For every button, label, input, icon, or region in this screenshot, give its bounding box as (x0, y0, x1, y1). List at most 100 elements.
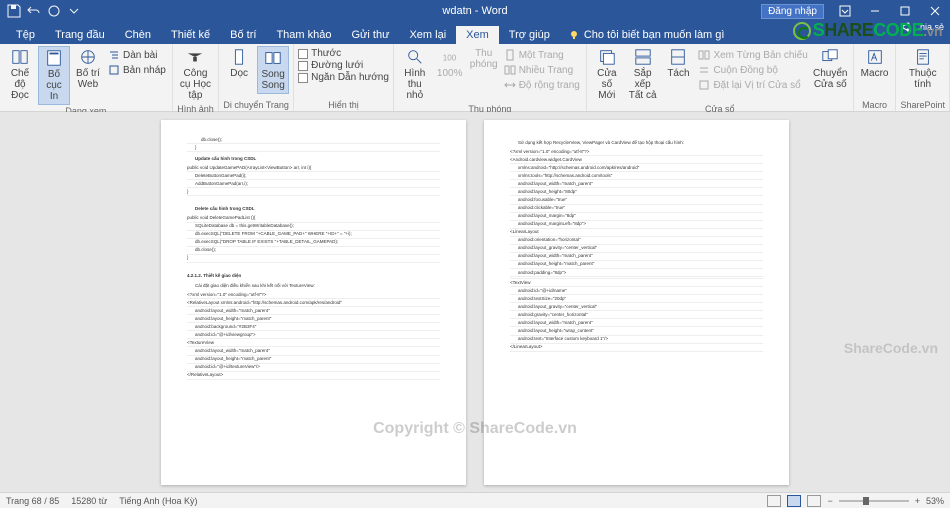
redo-icon[interactable] (46, 3, 62, 19)
new-window-button[interactable]: Cửa số Mới (591, 46, 623, 103)
split-button[interactable]: Tách (662, 46, 694, 81)
readmode-view-icon[interactable] (767, 495, 781, 507)
group-zoom: Hình thu nhỏ 100100% Thu phóng Một Trang… (394, 44, 587, 111)
page-left: db.close(); } Update cấu hình trong CSDL… (161, 120, 466, 485)
macros-icon (866, 48, 884, 66)
group-immersive: Công cụ Học tập Hình ảnh chân thực (173, 44, 219, 111)
status-bar: Trang 68 / 85 15280 từ Tiếng Anh (Hoa Kỳ… (0, 492, 950, 508)
tab-help[interactable]: Trợ giúp (499, 26, 560, 44)
group-show-label: Hiển thị (298, 99, 389, 111)
learning-icon (186, 48, 204, 66)
qat-dropdown-icon[interactable] (66, 3, 82, 19)
group-macros: Macro Macro (854, 44, 897, 111)
checkbox-icon (298, 73, 308, 83)
zoom-thumb[interactable] (863, 497, 869, 505)
tab-mailings[interactable]: Gửi thư (341, 26, 399, 44)
tab-layout[interactable]: Bố trí (220, 26, 266, 44)
tab-view[interactable]: Xem (456, 26, 499, 44)
tell-me-text: Cho tôi biết bạn muốn làm gì (584, 29, 725, 41)
signin-button[interactable]: Đăng nhập (761, 4, 824, 19)
read-icon (11, 48, 29, 66)
zoom-percent[interactable]: 53% (926, 496, 944, 506)
draft-icon (108, 64, 120, 76)
save-icon[interactable] (6, 3, 22, 19)
properties-button[interactable]: Thuộc tính (900, 46, 945, 92)
side-icon (264, 49, 282, 67)
switch-window-button[interactable]: Chuyển Cửa số (812, 46, 849, 92)
macros-button[interactable]: Macro (858, 46, 892, 81)
navpane-checkbox[interactable]: Ngăn Dẫn hướng (298, 72, 389, 83)
read-mode-button[interactable]: Chế độ Đọc (4, 46, 36, 103)
title-bar: wdatn - Word Đăng nhập (0, 0, 950, 22)
print-layout-button[interactable]: Bố cục In (38, 46, 70, 105)
group-sharepoint: Thuộc tính SharePoint (896, 44, 950, 111)
quick-access-toolbar (0, 3, 82, 19)
group-sharepoint-label: SharePoint (900, 99, 945, 111)
reset-pos-button[interactable]: Đặt lại Vị trí Cửa sổ (696, 78, 809, 92)
group-show: Thước Đường lưới Ngăn Dẫn hướng Hiển thị (294, 44, 394, 111)
reset-icon (698, 79, 710, 91)
window-title: wdatn - Word (442, 5, 507, 17)
web-layout-button[interactable]: Bố trí Web (72, 46, 104, 92)
tell-me[interactable]: Cho tôi biết bạn muốn làm gì (560, 26, 733, 44)
arrange-icon (634, 48, 652, 66)
sharecode-logo: SHARECODE.vn (793, 20, 942, 41)
document-area[interactable]: db.close(); } Update cấu hình trong CSDL… (0, 112, 950, 492)
multipage-icon (504, 64, 516, 76)
logo-swirl-icon (793, 22, 811, 40)
pagewidth-icon (504, 79, 516, 91)
sync-icon (698, 64, 710, 76)
zoom-button[interactable]: Hình thu nhỏ (398, 46, 432, 103)
draft-button[interactable]: Bản nháp (106, 63, 168, 77)
tab-file[interactable]: Tệp (6, 26, 45, 44)
checkbox-icon (298, 49, 308, 59)
arrange-all-button[interactable]: Sắp xếp Tất cả (625, 46, 661, 103)
ribbon-options-icon[interactable] (830, 0, 860, 22)
page-width-button[interactable]: Độ rộng trang (502, 78, 582, 92)
gridlines-checkbox[interactable]: Đường lưới (298, 60, 389, 71)
group-pagemove-label: Di chuyển Trang (223, 99, 289, 111)
vertical-button[interactable]: Dọc (223, 46, 255, 81)
one-page-button[interactable]: Một Trang (502, 48, 582, 62)
tab-design[interactable]: Thiết kế (161, 26, 220, 44)
zoom-in-icon[interactable]: + (915, 496, 920, 506)
tab-insert[interactable]: Chèn (115, 26, 161, 44)
outline-button[interactable]: Dàn bài (106, 48, 168, 62)
printlayout-view-icon[interactable] (787, 495, 801, 507)
status-lang[interactable]: Tiếng Anh (Hoa Kỳ) (119, 496, 197, 506)
ribbon: Chế độ Đọc Bố cục In Bố trí Web Dàn bài … (0, 44, 950, 112)
props-icon (914, 48, 932, 66)
onepage-icon (504, 49, 516, 61)
multi-page-button[interactable]: Nhiều Trang (502, 63, 582, 77)
zoom-slider[interactable] (839, 500, 909, 502)
maximize-icon[interactable] (890, 0, 920, 22)
minimize-icon[interactable] (860, 0, 890, 22)
hundred-icon: 100 (441, 48, 459, 66)
zoom-icon (406, 48, 424, 66)
newwin-icon (598, 48, 616, 66)
bulb-icon (568, 29, 580, 41)
zoom-out-icon[interactable]: − (827, 496, 832, 506)
status-words[interactable]: 15280 từ (71, 496, 107, 506)
checkbox-icon (298, 61, 308, 71)
weblayout-view-icon[interactable] (807, 495, 821, 507)
tab-references[interactable]: Tham khảo (266, 26, 341, 44)
group-window: Cửa số Mới Sắp xếp Tất cả Tách Xem Từng … (587, 44, 854, 111)
learning-tools-button[interactable]: Công cụ Học tập (177, 46, 214, 103)
svg-text:100: 100 (443, 54, 457, 63)
printlayout-icon (45, 49, 63, 67)
ruler-checkbox[interactable]: Thước (298, 48, 389, 59)
thu-phong-button[interactable]: Thu phóng (468, 46, 500, 72)
group-macros-label: Macro (858, 99, 892, 111)
tab-review[interactable]: Xem lại (399, 26, 456, 44)
web-icon (79, 48, 97, 66)
undo-icon[interactable] (26, 3, 42, 19)
view-side-button[interactable]: Xem Từng Bản chiếu (696, 48, 809, 62)
tab-home[interactable]: Trang đầu (45, 26, 115, 44)
status-page[interactable]: Trang 68 / 85 (6, 496, 59, 506)
close-icon[interactable] (920, 0, 950, 22)
side-to-side-button[interactable]: Song Song (257, 46, 289, 94)
sync-scroll-button[interactable]: Cuộn Đồng bộ (696, 63, 809, 77)
page-right: Sử dụng kết hợp RecyclerView, ViewPager … (484, 120, 789, 485)
hundred-button[interactable]: 100100% (434, 46, 466, 81)
